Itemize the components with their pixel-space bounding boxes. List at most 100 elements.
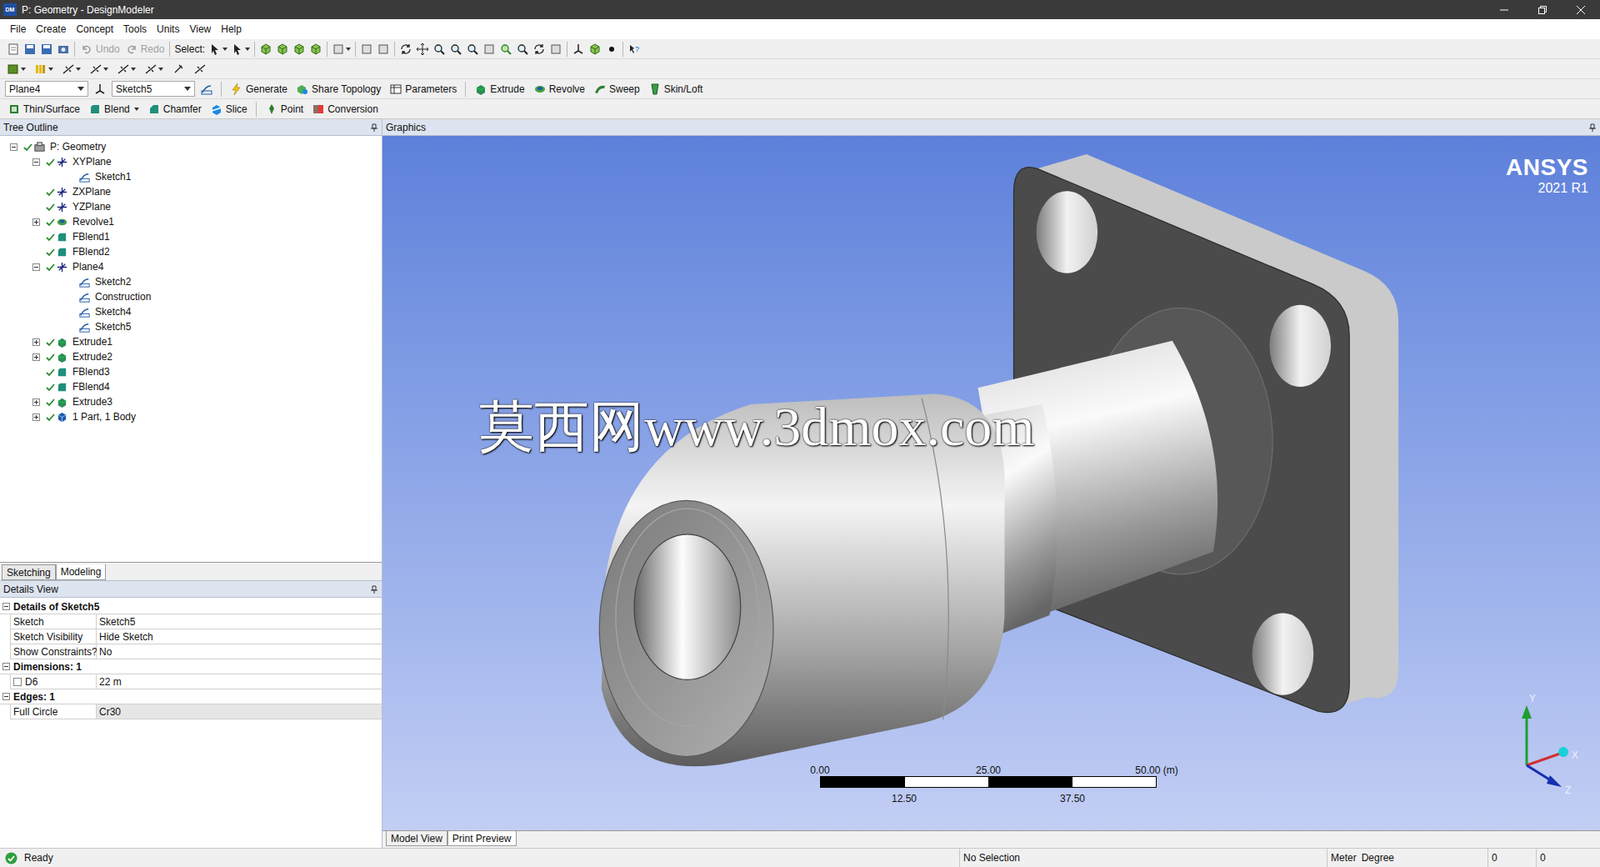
select-edges-button[interactable] [274, 40, 291, 58]
feature-button[interactable]: Parameters [386, 80, 460, 98]
feature-button[interactable]: Sweep [590, 80, 643, 98]
edge-direction-button[interactable] [87, 60, 110, 78]
zoom-button[interactable] [430, 40, 448, 58]
operation-button[interactable]: Conversion [309, 100, 381, 118]
edge-joints-button[interactable] [60, 60, 83, 78]
tree-item[interactable]: FBlend4 [0, 379, 382, 395]
feature-button[interactable]: Share Topology [293, 80, 384, 98]
feature-button[interactable]: Generate [227, 80, 290, 98]
feature-button[interactable]: Revolve [530, 80, 588, 98]
tree-item[interactable]: FBlend1 [0, 229, 382, 245]
menu-item[interactable]: Concept [70, 21, 119, 37]
tree-expander[interactable] [32, 218, 40, 226]
tree-expander[interactable] [32, 263, 40, 271]
plane-dropdown[interactable]: Plane4 [5, 80, 89, 97]
undo-button[interactable]: Undo [77, 40, 123, 58]
tree-item[interactable]: Sketch1 [0, 169, 382, 185]
fit-button[interactable] [480, 40, 498, 58]
new-button[interactable] [5, 40, 22, 58]
line-display-button[interactable] [191, 60, 209, 78]
mode-tab[interactable]: Sketching [1, 564, 56, 580]
tree-item[interactable]: FBlend2 [0, 244, 382, 260]
tree-item[interactable]: Sketch5 [0, 319, 382, 335]
box-zoom-button[interactable] [447, 40, 465, 58]
display-model-button[interactable] [586, 40, 604, 58]
new-sketch-button[interactable] [198, 80, 215, 98]
whats-this-button[interactable]: ? [625, 40, 643, 58]
details-row[interactable]: SketchSketch5 [10, 614, 382, 630]
pin-icon[interactable] [1588, 123, 1597, 132]
cut-edges-button[interactable] [115, 60, 138, 78]
minimize-button[interactable] [1485, 0, 1524, 20]
details-section-header[interactable]: Edges: 1 [0, 689, 382, 705]
tree-item[interactable]: Sketch4 [0, 304, 382, 320]
details-row[interactable]: Sketch VisibilityHide Sketch [10, 629, 382, 645]
tree-item[interactable]: 1 Part, 1 Body [0, 409, 382, 425]
tree-item[interactable]: Sketch2 [0, 274, 382, 290]
tree-expander[interactable] [10, 143, 18, 151]
magnifier-button[interactable] [497, 40, 515, 58]
tree-item[interactable]: XYPlane [0, 154, 382, 170]
tree-expander[interactable] [2, 662, 10, 670]
edge-display-button[interactable] [32, 60, 55, 78]
tree-expander[interactable] [32, 353, 40, 361]
parameter-checkbox[interactable] [13, 677, 22, 686]
select-filter-button[interactable] [229, 40, 252, 58]
select-bodies-button[interactable] [307, 40, 325, 58]
redo-button[interactable]: Redo [122, 40, 168, 58]
tree-expander[interactable] [32, 158, 40, 166]
pin-icon[interactable] [370, 123, 379, 132]
axis-triad-icon[interactable]: YXZ [1501, 690, 1585, 799]
tree-expander[interactable] [32, 338, 40, 346]
tree-expander[interactable] [2, 602, 10, 610]
details-row[interactable]: Show Constraints?No [10, 644, 382, 660]
tree-expander[interactable] [32, 413, 40, 421]
restore-button[interactable] [1523, 0, 1562, 20]
select-points-button[interactable] [257, 40, 275, 58]
operation-button[interactable]: Chamfer [145, 100, 205, 118]
save-as-button[interactable] [38, 40, 55, 58]
tree-item[interactable]: ZXPlane [0, 184, 382, 200]
tree-item[interactable]: P: Geometry [0, 139, 382, 155]
view-tab[interactable]: Print Preview [447, 830, 517, 846]
zoom-to-fit-button[interactable] [464, 40, 481, 58]
mode-tab[interactable]: Modeling [55, 564, 107, 580]
tree-item[interactable]: Construction [0, 289, 382, 305]
select-faces-button[interactable] [290, 40, 308, 58]
select-mode-button[interactable] [206, 40, 230, 58]
tree-item[interactable]: YZPlane [0, 199, 382, 215]
menu-item[interactable]: Units [151, 21, 185, 37]
menu-item[interactable]: File [5, 21, 31, 37]
tree-item[interactable]: Extrude2 [0, 349, 382, 365]
save-button[interactable] [21, 40, 39, 58]
menu-item[interactable]: Create [30, 21, 71, 37]
pin-icon[interactable] [370, 585, 379, 594]
menu-item[interactable]: Help [215, 21, 247, 37]
tree-expander[interactable] [2, 692, 10, 700]
screenshot-button[interactable] [55, 40, 72, 58]
display-button[interactable] [547, 40, 565, 58]
details-row[interactable]: Full CircleCr30 [10, 704, 382, 720]
operation-button[interactable]: Thin/Surface [5, 100, 83, 118]
point-display-button[interactable] [170, 60, 187, 78]
tree-item[interactable]: Plane4 [0, 259, 382, 275]
operation-button[interactable]: Slice [207, 100, 250, 118]
triad-button[interactable] [570, 40, 587, 58]
feature-button[interactable]: Extrude [471, 80, 527, 98]
tree-item[interactable]: Revolve1 [0, 214, 382, 230]
menu-item[interactable]: Tools [118, 21, 152, 37]
details-row[interactable]: D622 m [10, 674, 382, 690]
extend-selection-button[interactable] [330, 40, 353, 58]
tree-item[interactable]: Extrude1 [0, 334, 382, 350]
previous-view-button[interactable] [514, 40, 531, 58]
face-color-button[interactable] [5, 60, 28, 78]
tree-expander[interactable] [32, 398, 40, 406]
details-section-header[interactable]: Details of Sketch5 [0, 599, 382, 615]
operation-button[interactable]: Blend [85, 100, 142, 118]
collapse-button[interactable] [375, 40, 392, 58]
tree-item[interactable]: Extrude3 [0, 394, 382, 410]
iso-view-button[interactable] [530, 40, 548, 58]
rotate-button[interactable] [397, 40, 415, 58]
display-point-button[interactable] [603, 40, 620, 58]
details-section-header[interactable]: Dimensions: 1 [0, 659, 382, 675]
